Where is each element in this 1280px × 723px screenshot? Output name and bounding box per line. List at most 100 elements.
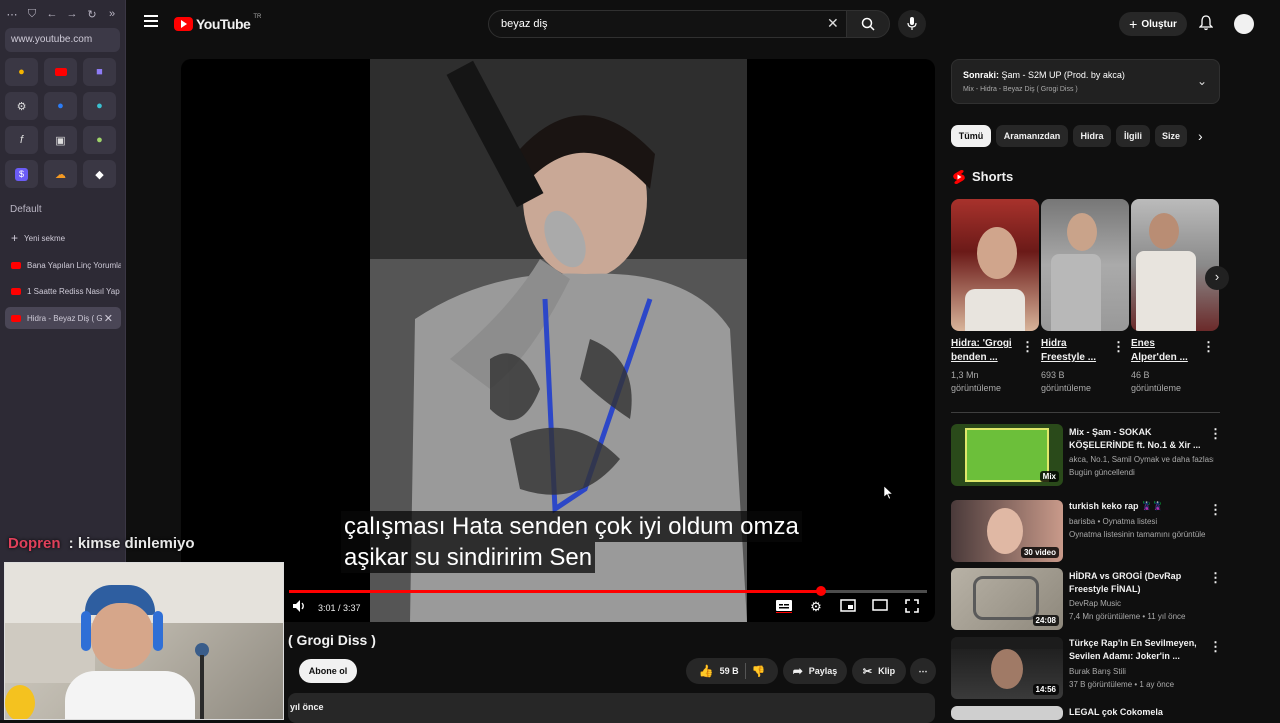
youtube-header: YouTube TR beyaz diş ✕ + Oluştur xyxy=(126,0,1280,48)
like-count: 59 B xyxy=(719,666,739,676)
more-vertical-icon[interactable]: ⋮ xyxy=(1209,426,1222,442)
voice-search-button[interactable] xyxy=(898,10,926,38)
shield-icon[interactable]: ⛉ xyxy=(26,8,38,21)
more-vertical-icon[interactable]: ⋮ xyxy=(1209,639,1222,655)
hamburger-menu-icon[interactable] xyxy=(144,15,158,27)
browser-tab-active[interactable]: Hidra - Beyaz Diş ( G ✕ xyxy=(5,307,121,329)
up-next-box[interactable]: Sonraki: Şam - S2M UP (Prod. by akca) Mi… xyxy=(951,59,1220,104)
more-vertical-icon[interactable]: ⋮ xyxy=(1209,502,1222,518)
chip-related[interactable]: İlgili xyxy=(1116,125,1150,147)
video-thumbnail[interactable] xyxy=(951,706,1063,720)
pinned-site-icon[interactable]: ☁ xyxy=(44,160,77,188)
browser-tab[interactable]: Bana Yapılan Linç Yorumla xyxy=(5,254,121,276)
more-vertical-icon[interactable]: ⋮ xyxy=(1112,339,1125,355)
clip-button[interactable]: ✂ Klip xyxy=(852,658,906,684)
pinned-site-icon[interactable]: ■ xyxy=(83,58,116,86)
miniplayer-icon[interactable] xyxy=(839,599,857,617)
chip-for-you[interactable]: Size xyxy=(1155,125,1187,147)
url-bar[interactable]: www.youtube.com xyxy=(5,28,120,52)
short-views: 1,3 Mn görüntüleme xyxy=(951,370,1002,393)
theater-mode-icon[interactable] xyxy=(871,599,889,617)
chip-from-search[interactable]: Aramanızdan xyxy=(996,125,1068,147)
up-next-video-title: Şam - S2M UP (Prod. by akca) xyxy=(1001,70,1125,80)
pinned-site-icon[interactable]: f xyxy=(5,126,38,154)
settings-gear-icon[interactable]: ⚙ xyxy=(807,599,825,617)
description-box[interactable]: yıl önce xyxy=(288,693,935,723)
video-title[interactable]: HİDRA vs GROGİ (DevRap Freestyle FİNAL) xyxy=(1069,570,1204,596)
back-icon[interactable]: ← xyxy=(46,8,58,21)
more-vertical-icon[interactable]: ⋮ xyxy=(1202,339,1215,355)
short-views: 46 B görüntüleme xyxy=(1131,370,1182,393)
pinned-site-icon[interactable]: ▣ xyxy=(44,126,77,154)
menu-dots-icon[interactable]: ⋯ xyxy=(6,8,18,21)
short-thumbnail[interactable] xyxy=(1041,199,1129,331)
browser-tab[interactable]: 1 Saatte Rediss Nasıl Yap xyxy=(5,280,121,302)
pinned-site-icon[interactable]: ◆ xyxy=(83,160,116,188)
search-icon xyxy=(861,17,875,31)
video-thumbnail[interactable]: 14:56 xyxy=(951,637,1063,699)
reload-icon[interactable]: ↻ xyxy=(86,8,98,21)
thumbs-down-icon[interactable]: 👎 xyxy=(752,665,766,678)
fullscreen-icon[interactable] xyxy=(903,599,921,617)
pinned-site-icon[interactable]: ● xyxy=(83,92,116,120)
more-vertical-icon[interactable]: ⋮ xyxy=(1209,570,1222,586)
short-title[interactable]: Enes Alper'den ... xyxy=(1131,337,1199,365)
video-title[interactable]: LEGAL çok Cokomela xyxy=(1069,706,1204,719)
more-actions-button[interactable]: ⋯ xyxy=(910,658,936,684)
short-thumbnail[interactable] xyxy=(951,199,1039,331)
create-label: Oluştur xyxy=(1141,18,1177,30)
video-meta[interactable]: Oynatma listesinin tamamını görüntüle xyxy=(1069,528,1214,541)
shorts-next-icon[interactable]: › xyxy=(1205,266,1229,290)
collapse-icon[interactable]: » xyxy=(106,8,118,21)
video-thumbnail[interactable]: Mix xyxy=(951,424,1063,486)
more-vertical-icon[interactable]: ⋮ xyxy=(1021,339,1034,355)
webcam-overlay xyxy=(4,562,284,720)
description-meta: yıl önce xyxy=(290,702,324,712)
share-button[interactable]: ➦ Paylaş xyxy=(783,658,847,684)
up-next-prefix: Sonraki: xyxy=(963,70,1000,80)
video-player[interactable]: çalışması Hata senden çok iyi oldum omza… xyxy=(181,59,935,622)
pinned-site-icon[interactable]: ⚙ xyxy=(5,92,38,120)
video-thumbnail[interactable]: 24:08 xyxy=(951,568,1063,630)
pinned-site-icon[interactable]: ● xyxy=(5,58,38,86)
new-tab-label: Yeni sekme xyxy=(24,233,66,243)
video-thumbnail[interactable]: 30 video xyxy=(951,500,1063,562)
chip-all[interactable]: Tümü xyxy=(951,125,991,147)
like-dislike-group: 👍 59 B 👎 xyxy=(686,658,778,684)
logo-region: TR xyxy=(253,14,262,20)
clear-search-icon[interactable]: ✕ xyxy=(827,15,839,32)
video-title[interactable]: Mix - Şam - SOKAK KÖŞELERİNDE ft. No.1 &… xyxy=(1069,426,1204,452)
search-input[interactable]: beyaz diş xyxy=(488,10,860,38)
share-label: Paylaş xyxy=(808,666,838,676)
subscribe-button[interactable]: Abone ol xyxy=(299,659,357,683)
pinned-site-icon[interactable]: $ xyxy=(5,160,38,188)
chevron-down-icon[interactable]: ⌄ xyxy=(1197,74,1207,88)
notifications-bell-icon[interactable] xyxy=(1198,15,1214,34)
progress-bar[interactable] xyxy=(289,586,927,596)
youtube-logo[interactable]: YouTube TR xyxy=(174,14,262,32)
close-icon[interactable]: ✕ xyxy=(104,312,113,325)
video-title[interactable]: Türkçe Rap'in En Sevilmeyen, Sevilen Ada… xyxy=(1069,637,1204,663)
video-title: ( Grogi Diss ) xyxy=(288,632,376,648)
avatar[interactable] xyxy=(1234,14,1254,34)
new-tab-button[interactable]: + Yeni sekme xyxy=(5,227,121,249)
chevron-right-icon[interactable]: › xyxy=(1198,128,1203,144)
search-button[interactable] xyxy=(846,10,890,38)
volume-icon[interactable] xyxy=(290,599,308,617)
like-button[interactable]: 👍 59 B xyxy=(699,664,739,678)
video-title[interactable]: turkish keko rap 🦹‍♀️🦹 xyxy=(1069,500,1204,513)
pinned-youtube-icon[interactable] xyxy=(44,58,77,86)
short-title[interactable]: Hidra: 'Grogi benden ... xyxy=(951,337,1019,365)
pinned-site-icon[interactable]: ● xyxy=(44,92,77,120)
search-value: beyaz diş xyxy=(501,18,548,30)
progress-scrubber[interactable] xyxy=(816,586,827,596)
short-title[interactable]: Hidra Freestyle ... xyxy=(1041,337,1109,365)
short-views: 693 B görüntüleme xyxy=(1041,370,1092,393)
subtitles-icon[interactable] xyxy=(775,599,793,617)
pinned-site-icon[interactable]: ● xyxy=(83,126,116,154)
short-thumbnail[interactable] xyxy=(1131,199,1219,331)
forward-icon[interactable]: → xyxy=(66,8,78,21)
video-meta: Bugün güncellendi xyxy=(1069,468,1135,477)
create-button[interactable]: + Oluştur xyxy=(1119,12,1187,36)
chip-hidra[interactable]: Hidra xyxy=(1073,125,1111,147)
